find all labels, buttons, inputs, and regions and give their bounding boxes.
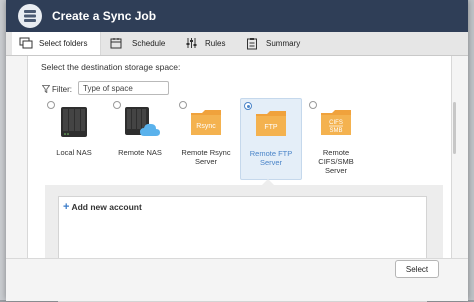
- option-remote-rsync[interactable]: Rsync Remote Rsync Server: [176, 98, 236, 178]
- cifs-smb-folder-icon: CIFS SMB: [321, 110, 351, 135]
- radio-remote-rsync[interactable]: [179, 101, 187, 109]
- radio-remote-nas[interactable]: [113, 101, 121, 109]
- sync-job-dialog: Create a Sync Job Select folders Schedul…: [6, 0, 468, 302]
- backdrop-right: [468, 0, 474, 300]
- rsync-icon-text: Rsync: [196, 123, 216, 130]
- filter-input[interactable]: [78, 81, 169, 95]
- option-remote-cifs-smb[interactable]: CIFS SMB Remote CIFS/SMB Server: [306, 98, 366, 178]
- smb-icon-text: SMB: [329, 128, 342, 134]
- folders-icon: [19, 37, 33, 49]
- radio-remote-cifs-smb[interactable]: [309, 101, 317, 109]
- nas-cloud-icon: [125, 107, 160, 136]
- scrollbar-thumb[interactable]: [453, 102, 456, 154]
- step-select-folders[interactable]: Select folders: [12, 32, 101, 55]
- step-label: Select folders: [39, 39, 88, 48]
- clipboard-icon: [247, 38, 257, 50]
- step-schedule[interactable]: Schedule: [106, 32, 176, 55]
- calendar-icon: [110, 38, 122, 49]
- select-button[interactable]: Select: [395, 260, 439, 278]
- rsync-folder-icon: Rsync: [191, 110, 221, 135]
- option-label: Remote CIFS/SMB Server: [318, 148, 354, 175]
- add-new-account-link[interactable]: + Add new account: [63, 201, 142, 213]
- sync-app-icon: [18, 4, 42, 28]
- step-label: Rules: [205, 39, 226, 48]
- filter-label: Filter:: [52, 85, 72, 94]
- step-label: Schedule: [132, 39, 166, 48]
- add-account-label: Add new account: [71, 202, 142, 212]
- radio-remote-ftp[interactable]: [244, 102, 252, 110]
- ftp-icon-text: FTP: [264, 124, 278, 131]
- sliders-icon: [186, 38, 197, 48]
- plus-icon: +: [63, 201, 70, 213]
- ftp-folder-icon: FTP: [256, 111, 286, 136]
- dialog-title: Create a Sync Job: [52, 9, 157, 23]
- dialog-titlebar: Create a Sync Job: [6, 0, 468, 32]
- step-summary[interactable]: Summary: [242, 32, 312, 55]
- option-remote-nas[interactable]: Remote NAS: [110, 98, 170, 178]
- option-remote-ftp[interactable]: FTP Remote FTP Server: [240, 98, 302, 180]
- wizard-steps: Select folders Schedule Rules Summary: [6, 32, 468, 56]
- destination-prompt: Select the destination storage space:: [41, 62, 181, 72]
- filter-icon: [42, 85, 50, 93]
- cifs-icon-text: CIFS: [329, 120, 343, 126]
- option-local-nas[interactable]: Local NAS: [44, 98, 104, 178]
- step-rules[interactable]: Rules: [181, 32, 236, 55]
- nas-device-icon: [61, 107, 87, 137]
- step-label: Summary: [266, 39, 301, 48]
- radio-local-nas[interactable]: [47, 101, 55, 109]
